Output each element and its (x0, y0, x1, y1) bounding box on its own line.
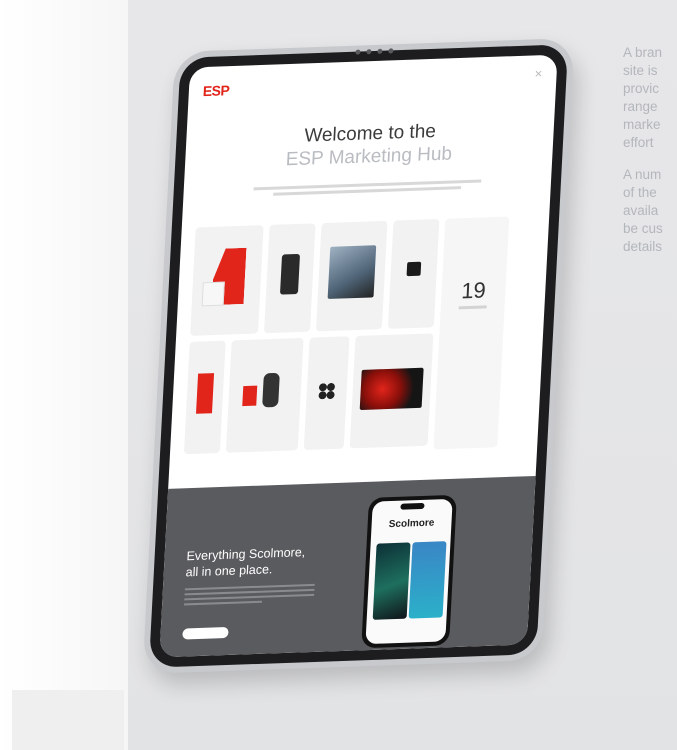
asset-card[interactable] (349, 333, 434, 449)
side-description: A bran site is provic range marke effort… (623, 44, 677, 270)
side-line: site is (623, 63, 658, 78)
side-line: marke (623, 117, 661, 132)
phone-mockup: Scolmore (361, 494, 457, 649)
side-line: A num (623, 167, 662, 182)
asset-grid: 19 (183, 216, 536, 479)
asset-card[interactable] (190, 225, 264, 336)
side-line: effort (623, 135, 654, 150)
asset-thumbnail (406, 261, 422, 277)
footer-cta-button[interactable] (182, 626, 229, 640)
asset-card[interactable] (303, 336, 350, 451)
phone-brand: Scolmore (388, 517, 435, 531)
side-line: provic (623, 81, 660, 96)
tablet-screen: ESP ✕ Welcome to the ESP Marketing Hub 1… (159, 54, 558, 658)
asset-card[interactable] (183, 340, 226, 455)
asset-thumbnail-accent (262, 372, 280, 408)
phone-screen: Scolmore (365, 498, 453, 645)
left-panel-shadow (12, 690, 124, 750)
side-paragraph-2: A num of the availa be cus details (623, 166, 677, 256)
asset-thumbnail (195, 373, 215, 414)
phone-notch (400, 502, 425, 510)
asset-card[interactable] (315, 220, 388, 332)
hub-description (253, 179, 482, 196)
asset-thumbnail (242, 385, 258, 407)
asset-card[interactable] (225, 337, 304, 453)
asset-thumbnail (327, 245, 377, 299)
grid-dots-icon (318, 382, 336, 400)
footer-description (184, 583, 315, 606)
side-line: range (623, 99, 658, 114)
close-icon[interactable]: ✕ (534, 69, 543, 80)
side-line: be cus (623, 221, 663, 236)
tablet-device: ESP ✕ Welcome to the ESP Marketing Hub 1… (142, 37, 575, 674)
side-paragraph-1: A bran site is provic range marke effort (623, 44, 677, 152)
phone-feature-image[interactable] (408, 541, 447, 619)
side-line: details (623, 239, 663, 254)
asset-thumbnail (359, 367, 424, 411)
left-white-panel (0, 0, 128, 750)
stat-value: 19 (460, 277, 487, 304)
side-line: availa (623, 203, 659, 218)
asset-card[interactable] (263, 223, 316, 334)
asset-thumbnail (279, 253, 301, 295)
footer-title-line2: all in one place. (185, 562, 273, 580)
asset-thumbnail-accent (201, 281, 225, 307)
footer-title: Everything Scolmore, all in one place. (185, 544, 307, 580)
esp-logo[interactable]: ESP (202, 82, 229, 99)
stat-card[interactable]: 19 (433, 216, 510, 450)
asset-card[interactable] (387, 218, 440, 329)
phone-feature-image[interactable] (372, 542, 411, 620)
stat-caption (458, 305, 487, 310)
side-line: of the (623, 185, 657, 200)
asset-card-label (190, 327, 258, 329)
footer-section: Everything Scolmore, all in one place. S… (159, 475, 536, 658)
side-line: A bran (623, 45, 663, 60)
